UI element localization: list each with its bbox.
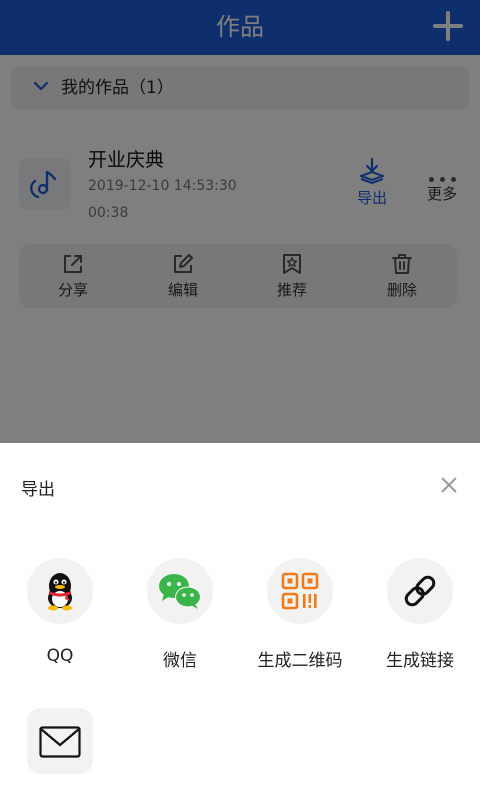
wechat-icon — [159, 574, 201, 609]
export-sheet: 导出 QQ 微信 生成二维码 生成链接 — [0, 443, 480, 800]
wechat-button[interactable] — [147, 558, 213, 624]
qq-button[interactable] — [27, 558, 93, 624]
mail-icon — [39, 726, 81, 758]
wechat-label: 微信 — [163, 651, 197, 671]
share-qq-option[interactable]: QQ — [5, 558, 115, 666]
link-label: 生成链接 — [386, 651, 454, 671]
sheet-title: 导出 — [21, 480, 55, 500]
share-wechat-option[interactable]: 微信 — [125, 558, 235, 671]
modal-backdrop[interactable] — [0, 0, 480, 443]
email-option[interactable] — [27, 708, 93, 774]
generate-link-option[interactable]: 生成链接 — [365, 558, 475, 671]
generate-qrcode-option[interactable]: 生成二维码 — [245, 558, 355, 671]
qq-label: QQ — [46, 646, 74, 666]
qrcode-label: 生成二维码 — [257, 651, 343, 671]
qq-icon — [48, 573, 72, 611]
link-icon — [404, 575, 436, 607]
link-button[interactable] — [387, 558, 453, 624]
qrcode-button[interactable] — [267, 558, 333, 624]
close-icon[interactable] — [440, 476, 458, 494]
qrcode-icon — [281, 572, 319, 610]
